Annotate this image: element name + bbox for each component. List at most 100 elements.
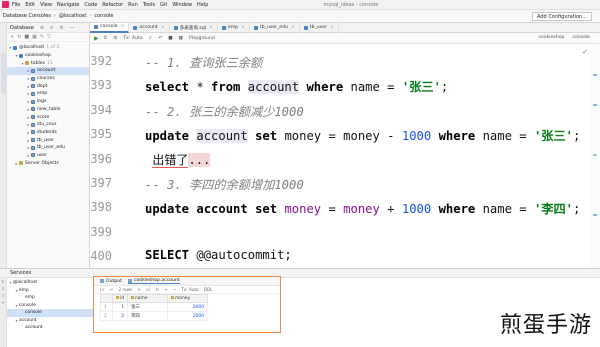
tab-output[interactable]: Output (100, 279, 122, 284)
cell-name[interactable]: 张三 (127, 302, 169, 312)
menu-help[interactable]: Help (197, 2, 208, 8)
filter-icon[interactable]: ▽ (0, 292, 6, 299)
refresh-icon[interactable]: ↻ (0, 278, 6, 285)
column-header-name[interactable]: name (127, 294, 169, 303)
first-page-icon[interactable]: |< (100, 287, 105, 292)
menu-tools[interactable]: Tools (143, 2, 155, 8)
stop-icon[interactable]: ■ (24, 34, 32, 40)
column-header-money[interactable]: money (167, 294, 209, 303)
close-icon[interactable]: × (161, 25, 165, 30)
tree-item[interactable]: ▸ account (7, 67, 89, 75)
stop-icon[interactable]: ■ (168, 36, 172, 41)
tree-item[interactable]: ▾ tables 11 (7, 59, 89, 67)
tree-item[interactable]: ▾ console (7, 302, 95, 310)
menu-git[interactable]: Git (160, 2, 167, 8)
tree-item[interactable]: ▾ emp (7, 287, 95, 295)
menu-window[interactable]: Window (172, 2, 192, 8)
next-page-icon[interactable]: > (137, 287, 141, 292)
table-row[interactable]: 1 1 张三 2000 (100, 302, 209, 312)
menu-run[interactable]: Run (128, 2, 138, 8)
close-icon[interactable]: × (209, 25, 213, 30)
tree-item[interactable]: ▸ new_table (7, 106, 89, 114)
tree-item[interactable]: ▸ emp (7, 90, 89, 98)
breadcrumb-item[interactable]: Database Consoles (3, 13, 51, 19)
tree-item[interactable]: ▸ user (7, 152, 89, 160)
tree-item[interactable]: ▸ logs (7, 98, 89, 106)
tree-item[interactable]: ▸ students (7, 129, 89, 137)
editor-tab[interactable]: account × (129, 22, 170, 33)
menu-view[interactable]: View (40, 2, 52, 8)
remove-row-icon[interactable]: − (173, 287, 177, 292)
last-page-icon[interactable]: >| (146, 287, 151, 292)
close-icon[interactable]: × (121, 24, 125, 29)
tx-mode-select[interactable]: Tx: Auto (123, 36, 142, 41)
code-line[interactable]: update account set money = money + 1000 … (145, 199, 580, 217)
refresh-icon[interactable]: ↻ (17, 34, 24, 40)
cell-money[interactable]: 2000 (167, 311, 209, 321)
code-line[interactable]: 出错了... (145, 151, 211, 168)
panel-options-icon[interactable]: ⊕ ≡ ⚙ — (40, 25, 77, 31)
menu-refactor[interactable]: Refactor (102, 2, 123, 8)
tx-select[interactable]: Tx: Auto (181, 287, 199, 292)
database-tool-tab[interactable] (1, 53, 6, 93)
settings-icon[interactable]: ⚙ (113, 36, 117, 41)
close-icon[interactable]: × (241, 25, 245, 30)
menu-file[interactable]: File (12, 2, 20, 8)
tree-item[interactable]: ▾ @localhost 1 of 5 (7, 44, 89, 52)
prev-page-icon[interactable]: < (110, 287, 114, 292)
tree-item[interactable]: ▾ @localhost (7, 279, 95, 287)
close-icon[interactable]: × (330, 25, 334, 30)
tree-item[interactable]: ▸ dept (7, 82, 89, 90)
editor-tab[interactable]: emp × (218, 22, 250, 33)
tree-item[interactable]: console (7, 309, 95, 317)
breadcrumb-item[interactable]: console (94, 13, 113, 19)
close-icon[interactable]: × (291, 25, 295, 30)
cell-name[interactable]: 李四 (127, 311, 169, 321)
tree-item[interactable]: ▾ account (7, 317, 95, 325)
add-icon[interactable]: + (10, 34, 17, 40)
breadcrumb-item[interactable]: @localhost (59, 13, 86, 19)
code-line[interactable]: -- 3. 李四的余额增加1000 (145, 175, 304, 193)
schema-select[interactable]: cookieshop (538, 35, 564, 40)
tree-item[interactable]: ▸ stu_cour (7, 121, 89, 129)
code-line[interactable]: SELECT @@autocommit; (145, 248, 292, 262)
cell-id[interactable]: 1 (111, 302, 129, 312)
table-row[interactable]: 2 2 李四 2000 (100, 311, 209, 321)
editor-tab[interactable]: tb_user × (300, 22, 339, 33)
add-row-icon[interactable]: + (164, 287, 168, 292)
tree-item[interactable]: ▸ tb_user_edu (7, 144, 89, 152)
code-line[interactable]: update account set money = money - 1000 … (145, 126, 580, 144)
console-select[interactable]: console (572, 35, 590, 40)
tree-item[interactable]: ▸ Server Objects (7, 159, 89, 167)
add-icon[interactable]: + (0, 299, 6, 306)
execute-icon[interactable]: ▶ (94, 35, 99, 42)
editor-tab[interactable]: 多表查询.sql × (170, 22, 218, 33)
code-line[interactable]: select * from account where name = '张三'; (145, 77, 448, 95)
playground-select[interactable]: Playground (189, 36, 215, 41)
tree-item[interactable]: account (7, 324, 95, 332)
edit-icon[interactable]: ✎ (40, 34, 47, 40)
rows-count[interactable]: 2 rows (118, 287, 132, 292)
filter-icon[interactable]: ▽ (47, 34, 54, 40)
cell-id[interactable]: 2 (111, 311, 129, 321)
refresh-icon[interactable]: ↻ (156, 287, 160, 292)
tree-item[interactable]: ▸ courses (7, 75, 89, 83)
commit-icon[interactable]: ✓ (149, 36, 153, 41)
tree-item[interactable]: emp (7, 294, 95, 302)
menu-edit[interactable]: Edit (25, 2, 35, 8)
history-icon[interactable]: ⏱ (104, 35, 108, 41)
tab-result-account[interactable]: cookieshop.account (127, 278, 180, 284)
table-icon[interactable]: ▦ (32, 34, 40, 40)
editor-tab[interactable]: tb_user_edu × (250, 22, 300, 33)
code-editor[interactable]: 392393394395396397398399400401 -- 1. 查询张… (90, 44, 600, 268)
expand-icon[interactable]: ⇕ (0, 285, 6, 292)
add-configuration-button[interactable]: Add Configuration... (532, 12, 592, 21)
code-line[interactable]: -- 2. 张三的余额减少1000 (145, 102, 304, 120)
cell-money[interactable]: 2000 (167, 302, 209, 312)
menu-code[interactable]: Code (84, 2, 97, 8)
ddl-button[interactable]: DDL (204, 287, 213, 292)
code-line[interactable]: -- 1. 查询张三余额 (145, 53, 262, 71)
menu-navigate[interactable]: Navigate (57, 2, 79, 8)
tree-item[interactable]: ▸ tb_user (7, 136, 89, 144)
editor-tab[interactable]: console × (90, 22, 130, 33)
